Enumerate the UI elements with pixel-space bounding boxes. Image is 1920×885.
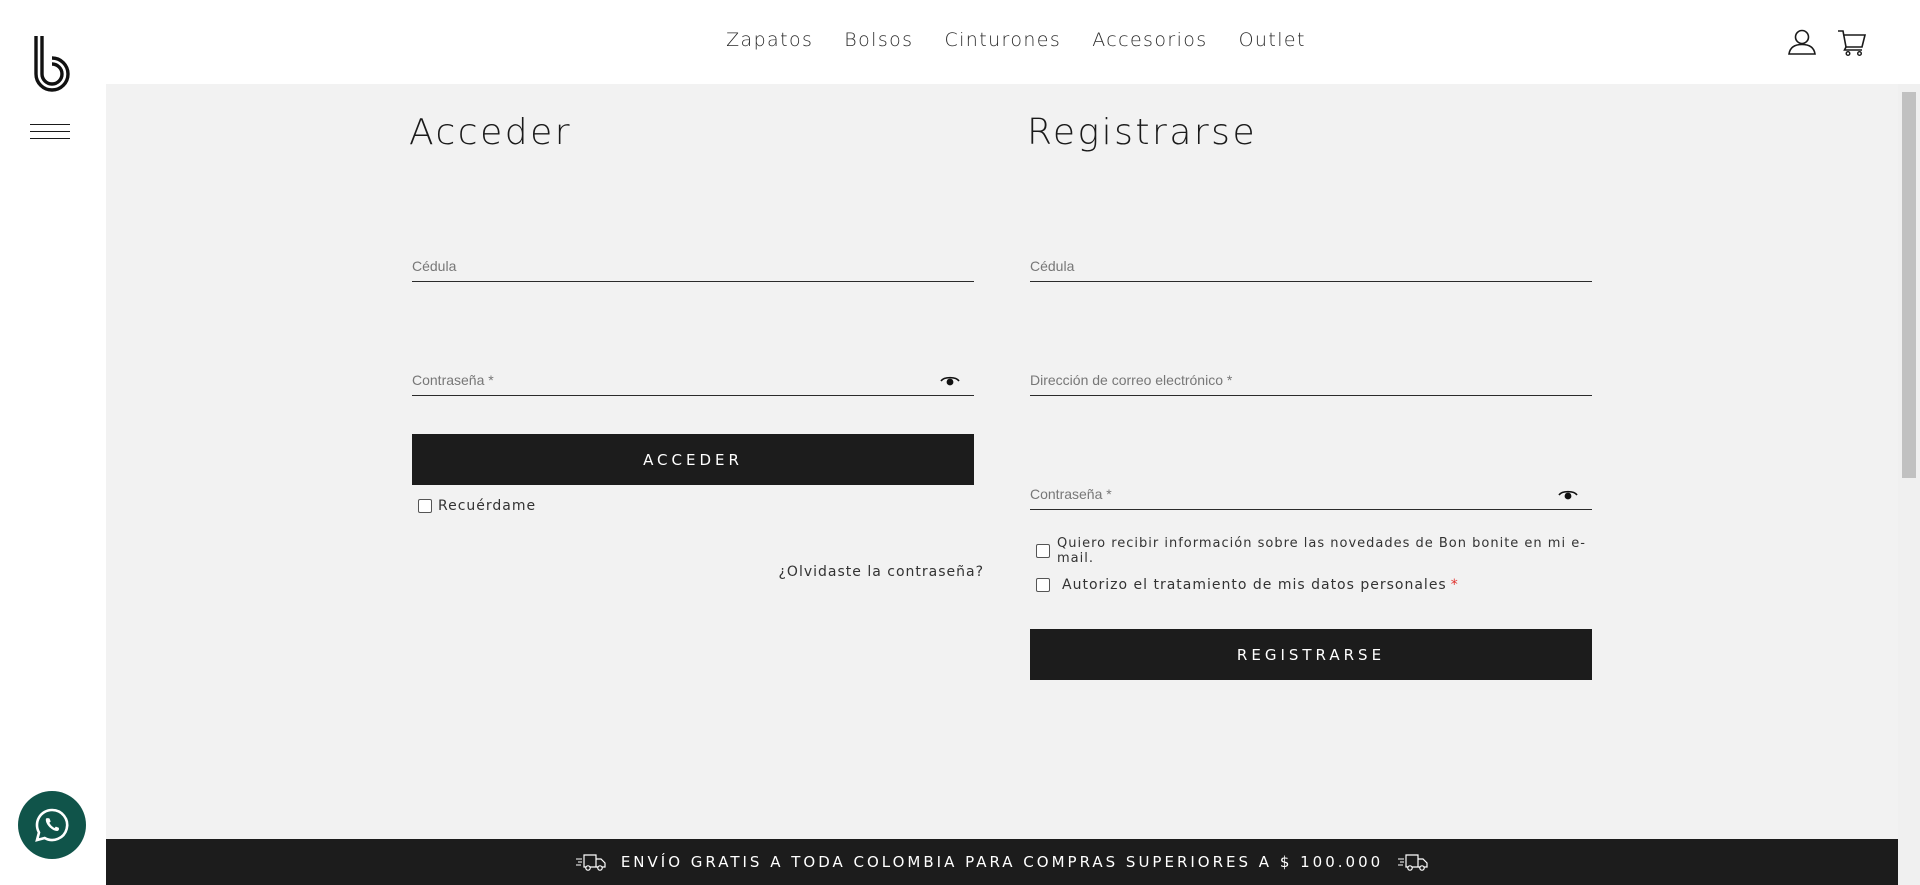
register-email-input[interactable]: [1030, 356, 1592, 395]
login-cedula-field[interactable]: Cédula: [412, 242, 974, 282]
nav-item-zapatos[interactable]: Zapatos: [726, 29, 813, 51]
newsletter-checkbox-row: Quiero recibir información sobre las nov…: [1036, 536, 1596, 566]
privacy-checkbox-row: Autorizo el tratamiento de mis datos per…: [1036, 577, 1459, 593]
whatsapp-icon: [35, 808, 69, 842]
register-password-field[interactable]: Contraseña *: [1030, 470, 1592, 510]
register-submit-button[interactable]: REGISTRARSE: [1030, 629, 1592, 680]
login-submit-button[interactable]: ACCEDER: [412, 434, 974, 485]
scrollbar-thumb[interactable]: [1902, 92, 1916, 478]
account-content: Acceder Cédula Contraseña * ACCEDER Recu…: [106, 84, 1898, 839]
cart-icon[interactable]: [1836, 26, 1868, 58]
truck-icon: [1398, 854, 1428, 871]
register-section: Registrarse Cédula Dirección de correo e…: [1026, 84, 1596, 680]
login-password-input[interactable]: [412, 356, 974, 395]
nav-item-cinturones[interactable]: Cinturones: [944, 29, 1061, 51]
login-section: Acceder Cédula Contraseña * ACCEDER Recu…: [408, 84, 983, 580]
remember-me-checkbox-row: Recuérdame: [418, 498, 536, 514]
show-password-icon[interactable]: [1558, 488, 1578, 502]
nav-item-accesorios[interactable]: Accesorios: [1092, 29, 1207, 51]
forgot-password-link[interactable]: ¿Olvidaste la contraseña?: [779, 564, 985, 580]
nav-item-bolsos[interactable]: Bolsos: [844, 29, 913, 51]
nav-item-outlet[interactable]: Outlet: [1239, 29, 1306, 51]
page-scrollbar[interactable]: [1898, 84, 1920, 885]
remember-me-checkbox[interactable]: [418, 499, 432, 513]
whatsapp-chat-button[interactable]: [18, 791, 86, 859]
register-title: Registrarse: [1027, 112, 1258, 153]
register-email-field[interactable]: Dirección de correo electrónico *: [1030, 356, 1592, 396]
free-shipping-banner: ENVÍO GRATIS A TODA COLOMBIA PARA COMPRA…: [106, 839, 1898, 885]
login-title: Acceder: [409, 112, 573, 153]
newsletter-checkbox[interactable]: [1036, 544, 1050, 558]
newsletter-label: Quiero recibir información sobre las nov…: [1057, 536, 1586, 566]
show-password-icon[interactable]: [940, 374, 960, 388]
free-shipping-text: ENVÍO GRATIS A TODA COLOMBIA PARA COMPRA…: [620, 853, 1384, 871]
site-header: Zapatos Bolsos Cinturones Accesorios Out…: [106, 0, 1898, 84]
register-password-input[interactable]: [1030, 470, 1592, 509]
left-rail: [0, 0, 106, 885]
privacy-label: Autorizo el tratamiento de mis datos per…: [1062, 577, 1447, 593]
required-mark: *: [1450, 577, 1459, 593]
remember-me-label: Recuérdame: [438, 498, 537, 514]
user-icon[interactable]: [1786, 26, 1818, 58]
privacy-checkbox[interactable]: [1036, 578, 1050, 592]
truck-icon: [575, 854, 606, 871]
header-actions: [1786, 26, 1868, 58]
login-password-field[interactable]: Contraseña *: [412, 356, 974, 396]
register-cedula-input[interactable]: [1030, 242, 1592, 281]
brand-logo[interactable]: [30, 34, 74, 96]
login-cedula-input[interactable]: [412, 242, 974, 281]
register-cedula-field[interactable]: Cédula: [1030, 242, 1592, 282]
main-nav: Zapatos Bolsos Cinturones Accesorios Out…: [106, 29, 1898, 51]
menu-icon[interactable]: [30, 124, 70, 144]
